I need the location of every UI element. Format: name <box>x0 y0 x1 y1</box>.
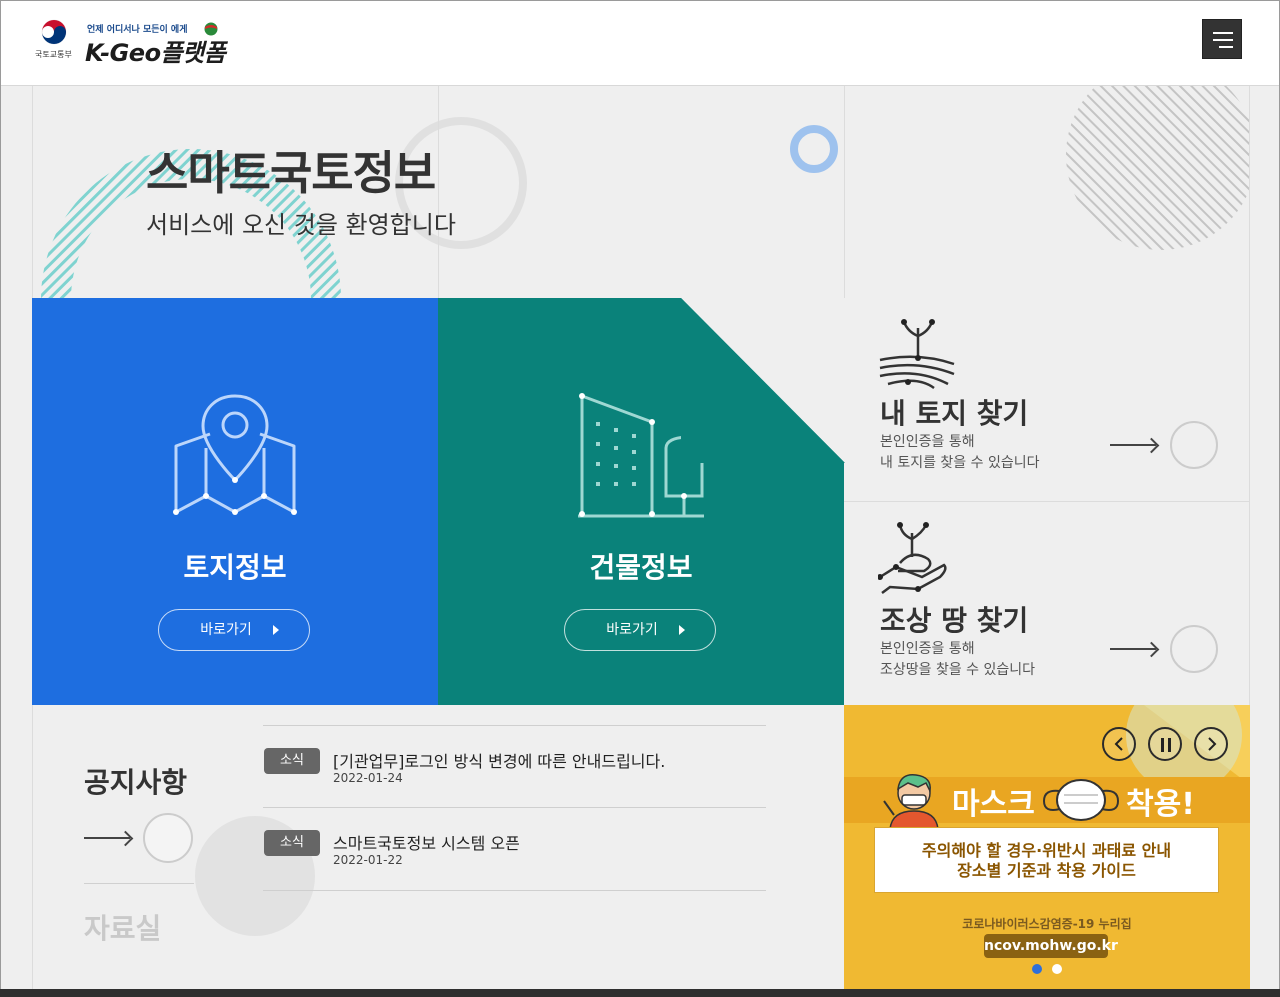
long-arrow-icon <box>1110 444 1156 446</box>
go-button-label: 바로가기 <box>606 622 658 638</box>
my-land-desc-line2: 내 토지를 찾을 수 있습니다 <box>880 455 1040 471</box>
taegeuk-emblem-icon <box>41 19 67 45</box>
slide-dot[interactable] <box>1052 964 1062 974</box>
prev-slide-button[interactable] <box>1102 727 1136 761</box>
banner-guide-box: 주의해야 할 경우·위반시 과태료 안내 장소별 기준과 착용 가이드 <box>874 827 1219 893</box>
news-badge: 소식 <box>264 830 320 856</box>
banner-headline-left: 마스크 <box>952 787 1035 822</box>
divider <box>84 883 194 884</box>
notice-title[interactable]: 공지사항 <box>84 761 187 801</box>
ancestor-land-desc-line1: 본인인증을 통해 <box>880 641 975 657</box>
notice-more-button[interactable] <box>143 813 193 863</box>
hamburger-icon <box>1213 39 1233 41</box>
notice-list-item[interactable]: 소식 [기관업무]로그인 방식 변경에 따른 안내드립니다. 2022-01-2… <box>263 725 766 808</box>
news-badge: 소식 <box>264 748 320 774</box>
grid-line <box>844 85 845 299</box>
ancestor-land-card[interactable]: 조상 땅 찾기 본인인증을 통해 조상땅을 찾을 수 있습니다 <box>844 501 1249 704</box>
site-header: 국토교통부 언제 어디서나 모든이 에게 K-Geo플랫폼 <box>1 1 1279 86</box>
archive-tab[interactable]: 자료실 <box>84 907 161 947</box>
banner-source: 코로나바이러스감염증-19 누리집 <box>962 917 1132 931</box>
land-info-tile[interactable]: 토지정보 바로가기 <box>32 298 438 705</box>
play-arrow-icon <box>679 625 685 635</box>
hamburger-icon <box>1213 32 1233 34</box>
page-frame: 국토교통부 언제 어디서나 모든이 에게 K-Geo플랫폼 스마트국토정보 서비… <box>0 0 1280 997</box>
notice-item-date: 2022-01-24 <box>333 771 403 785</box>
building-info-title: 건물정보 <box>589 551 693 584</box>
banner-headline-right: 착용! <box>1126 787 1195 822</box>
go-button-label: 바로가기 <box>200 622 252 638</box>
ancestor-land-desc-line2: 조상땅을 찾을 수 있습니다 <box>880 662 1036 678</box>
notice-item-text[interactable]: 스마트국토정보 시스템 오픈 <box>333 830 520 854</box>
pause-slide-button[interactable] <box>1148 727 1182 761</box>
banner-line2: 장소별 기준과 착용 가이드 <box>957 861 1136 880</box>
chevron-left-icon <box>1114 737 1123 751</box>
play-arrow-icon <box>273 625 279 635</box>
notice-item-date: 2022-01-22 <box>333 853 403 867</box>
hero-subtitle: 서비스에 오신 것을 환영합니다 <box>146 211 456 239</box>
person-illustration <box>883 774 939 829</box>
brand-name: K-Geo플랫폼 <box>85 39 226 67</box>
notice-item-text[interactable]: [기관업무]로그인 방식 변경에 따른 안내드립니다. <box>333 748 665 772</box>
menu-button[interactable] <box>1202 19 1242 59</box>
hamburger-icon <box>1219 46 1233 48</box>
map-pin-icon <box>173 394 297 515</box>
building-info-go-button[interactable]: 바로가기 <box>564 609 716 651</box>
next-slide-button[interactable] <box>1194 727 1228 761</box>
campaign-banner[interactable]: 마스크 착용! 주의해야 할 경우·위반시 과태료 안내 장소별 기준과 착용 … <box>844 705 1250 991</box>
site-logo[interactable]: 국토교통부 언제 어디서나 모든이 에게 K-Geo플랫폼 <box>35 17 245 67</box>
my-land-card[interactable]: 내 토지 찾기 본인인증을 통해 내 토지를 찾을 수 있습니다 <box>844 298 1249 501</box>
diagonal-decoration <box>681 298 845 463</box>
my-land-title: 내 토지 찾기 <box>880 397 1029 430</box>
banner-line1: 주의해야 할 경우·위반시 과태료 안내 <box>921 841 1172 860</box>
pause-icon <box>1161 738 1171 752</box>
banner-url[interactable]: ncov.mohw.go.kr <box>984 934 1118 958</box>
chevron-right-icon <box>1208 737 1217 751</box>
long-arrow-icon <box>84 837 130 839</box>
face-mask-icon <box>1042 779 1120 821</box>
slide-dot-active[interactable] <box>1032 964 1042 974</box>
ancestor-land-go-button[interactable] <box>1170 625 1218 673</box>
hero-title: 스마트국토정보 <box>146 146 436 200</box>
land-info-go-button[interactable]: 바로가기 <box>158 609 310 651</box>
grid-line <box>1249 85 1250 705</box>
land-sprout-icon <box>879 319 955 390</box>
bottom-bar <box>0 989 1280 997</box>
globe-icon <box>203 21 219 37</box>
ministry-name: 국토교통부 <box>35 50 72 59</box>
land-info-title: 토지정보 <box>183 551 287 584</box>
grid-line <box>438 85 439 299</box>
my-land-go-button[interactable] <box>1170 421 1218 469</box>
notice-list-item[interactable]: 소식 스마트국토정보 시스템 오픈 2022-01-22 <box>263 807 766 891</box>
long-arrow-icon <box>1110 648 1156 650</box>
hand-sprout-icon <box>878 522 947 594</box>
ancestor-land-title: 조상 땅 찾기 <box>880 604 1029 637</box>
my-land-desc-line1: 본인인증을 통해 <box>880 434 975 450</box>
